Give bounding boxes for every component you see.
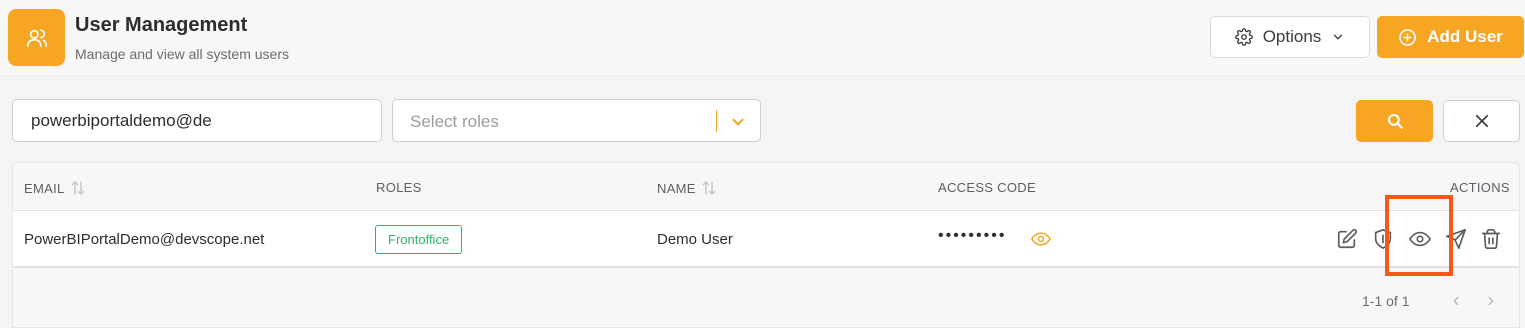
search-icon (1387, 113, 1403, 129)
column-email[interactable]: EMAIL (24, 180, 85, 196)
plus-circle-icon (1399, 28, 1417, 46)
gear-icon (1234, 28, 1253, 46)
users-icon (8, 9, 65, 66)
table-row[interactable]: PowerBIPortalDemo@devscope.net Frontoffi… (13, 211, 1519, 268)
roles-placeholder: Select roles (410, 112, 499, 131)
search-button[interactable] (1356, 100, 1433, 142)
trash-icon[interactable] (1480, 228, 1502, 250)
column-name[interactable]: NAME (657, 180, 716, 196)
chevron-left-icon[interactable] (1449, 293, 1463, 309)
access-code-masked: ••••••••• (938, 227, 1007, 244)
highlight-box (1385, 195, 1453, 276)
add-user-button[interactable]: Add User (1377, 16, 1524, 58)
email-search-input[interactable] (12, 99, 382, 142)
chevron-down-icon[interactable] (729, 113, 747, 131)
column-roles: ROLES (376, 180, 422, 195)
users-table: EMAIL ROLES NAME ACCESS CODE ACTIONS Pow… (12, 162, 1520, 328)
page-subtitle: Manage and view all system users (75, 46, 289, 62)
column-actions: ACTIONS (1450, 180, 1510, 195)
close-icon (1475, 114, 1488, 128)
page-title: User Management (75, 14, 248, 36)
clear-filters-button[interactable] (1443, 100, 1520, 142)
roles-select[interactable]: Select roles (392, 99, 761, 142)
cell-email: PowerBIPortalDemo@devscope.net (24, 231, 265, 248)
sort-icon (702, 181, 716, 195)
chevron-right-icon[interactable] (1484, 293, 1498, 309)
role-badge: Frontoffice (375, 225, 463, 254)
cell-name: Demo User (657, 231, 733, 248)
add-user-label: Add User (1427, 27, 1503, 46)
sort-icon (71, 181, 84, 195)
table-header: EMAIL ROLES NAME ACCESS CODE ACTIONS (13, 163, 1519, 211)
options-label: Options (1262, 27, 1322, 46)
pagination-range: 1-1 of 1 (1362, 293, 1410, 309)
page-header: User Management Manage and view all syst… (0, 0, 1525, 76)
roles-divider (716, 110, 717, 132)
eye-icon[interactable] (1030, 229, 1052, 249)
options-button[interactable]: Options (1210, 16, 1370, 58)
column-access-code: ACCESS CODE (938, 180, 1036, 195)
edit-icon[interactable] (1336, 228, 1358, 250)
chevron-down-icon (1334, 34, 1343, 40)
